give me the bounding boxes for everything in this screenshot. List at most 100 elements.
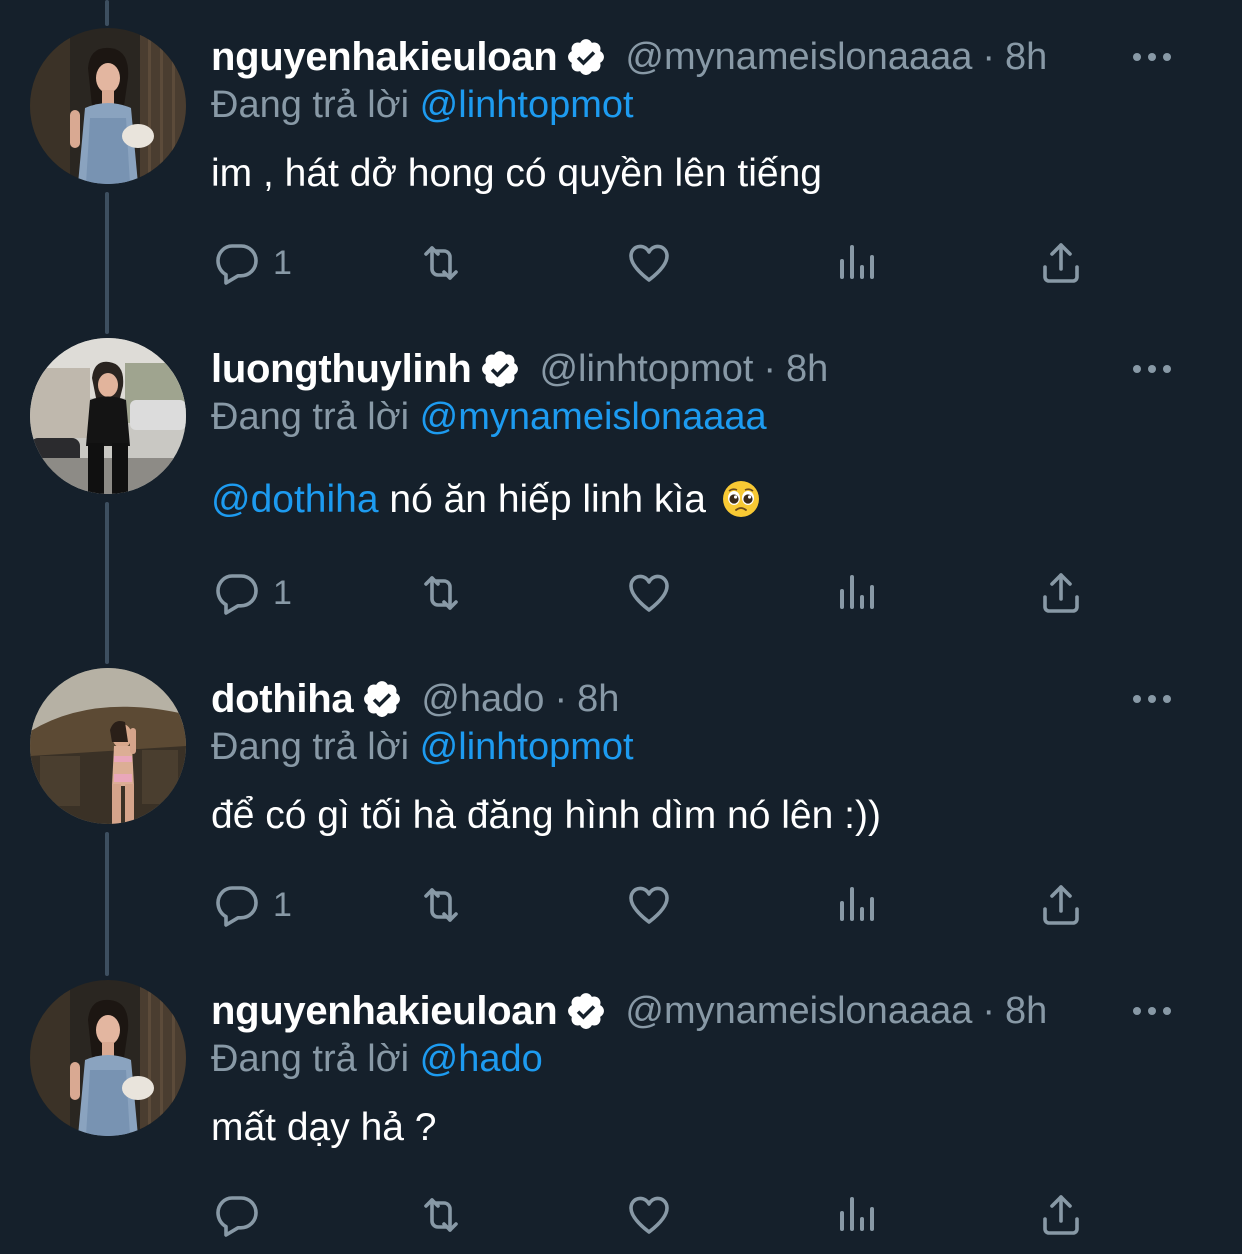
- avatar[interactable]: [30, 28, 186, 184]
- verified-badge-icon: [565, 36, 607, 78]
- reply-to-mention[interactable]: @linhtopmot: [420, 84, 634, 126]
- more-options-icon[interactable]: [1130, 1003, 1174, 1019]
- like-button[interactable]: [625, 880, 673, 930]
- tweet-actions: 1: [211, 880, 1091, 930]
- tweet-text-content: để có gì tối hà đăng hình dìm nó lên :)): [211, 794, 881, 837]
- retweet-button[interactable]: [417, 880, 465, 930]
- display-name[interactable]: dothiha: [211, 677, 354, 722]
- avatar[interactable]: [30, 980, 186, 1136]
- reply-button[interactable]: [213, 1190, 273, 1240]
- display-name[interactable]: nguyenhakieuloan: [211, 35, 558, 80]
- timestamp[interactable]: 8h: [577, 678, 619, 721]
- share-icon: [1037, 881, 1085, 929]
- separator-dot: ·: [554, 677, 568, 720]
- reply-prefix: Đang trả lời: [211, 396, 410, 438]
- body-mention[interactable]: @dothiha: [211, 478, 379, 521]
- reply-icon: [213, 569, 261, 617]
- avatar[interactable]: [30, 668, 186, 824]
- tweet-text-content: nó ăn hiếp linh kìa: [378, 478, 706, 521]
- avatar-woman-black-outfit-street-icon: [30, 338, 186, 494]
- avatar-woman-bikini-hut-icon: [30, 668, 186, 824]
- tweet-text: @dothiha nó ăn hiếp linh kìa: [211, 478, 761, 522]
- tweet-actions: 1: [211, 238, 1091, 288]
- avatar[interactable]: [30, 338, 186, 494]
- user-handle[interactable]: @linhtopmot: [539, 348, 753, 391]
- reply-count: 1: [273, 573, 292, 612]
- share-icon: [1037, 239, 1085, 287]
- share-button[interactable]: [1037, 568, 1085, 618]
- retweet-icon: [417, 569, 465, 617]
- reply-prefix: Đang trả lời: [211, 726, 410, 768]
- like-icon: [625, 239, 673, 287]
- retweet-icon: [417, 1191, 465, 1239]
- reply-prefix: Đang trả lời: [211, 1038, 410, 1080]
- reply-icon: [213, 881, 261, 929]
- tweet-text: để có gì tối hà đăng hình dìm nó lên :)): [211, 794, 881, 838]
- thread-line-2: [105, 502, 109, 664]
- analytics-button[interactable]: [833, 568, 881, 618]
- reply-icon: [213, 1191, 261, 1239]
- verified-badge-icon: [361, 678, 403, 720]
- timestamp[interactable]: 8h: [1005, 36, 1047, 79]
- reply-context: Đang trả lời @linhtopmot: [211, 84, 634, 127]
- analytics-icon: [833, 569, 881, 617]
- share-icon: [1037, 569, 1085, 617]
- reply-to-mention[interactable]: @linhtopmot: [420, 726, 634, 768]
- reply-to-mention[interactable]: @hado: [420, 1038, 543, 1080]
- separator-dot: ·: [982, 35, 996, 78]
- reply-prefix: Đang trả lời: [211, 84, 410, 126]
- like-icon: [625, 881, 673, 929]
- more-options-icon[interactable]: [1130, 691, 1174, 707]
- reply-count: 1: [273, 885, 292, 924]
- retweet-button[interactable]: [417, 568, 465, 618]
- retweet-icon: [417, 881, 465, 929]
- pleading-face-icon: [721, 479, 761, 519]
- analytics-icon: [833, 881, 881, 929]
- reply-to-mention[interactable]: @mynameislonaaaa: [420, 396, 767, 438]
- retweet-button[interactable]: [417, 1190, 465, 1240]
- timestamp[interactable]: 8h: [1005, 990, 1047, 1033]
- analytics-icon: [833, 1191, 881, 1239]
- display-name[interactable]: nguyenhakieuloan: [211, 989, 558, 1034]
- analytics-button[interactable]: [833, 880, 881, 930]
- more-options-icon[interactable]: [1130, 49, 1174, 65]
- analytics-button[interactable]: [833, 1190, 881, 1240]
- tweet-text: im , hát dở hong có quyền lên tiếng: [211, 152, 822, 196]
- user-handle[interactable]: @mynameislonaaaa: [625, 990, 972, 1033]
- verified-badge-icon: [479, 348, 521, 390]
- like-button[interactable]: [625, 238, 673, 288]
- retweet-button[interactable]: [417, 238, 465, 288]
- display-name[interactable]: luongthuylinh: [211, 347, 472, 392]
- reply-context: Đang trả lời @hado: [211, 1038, 543, 1081]
- verified-badge-icon: [565, 990, 607, 1032]
- share-button[interactable]: [1037, 238, 1085, 288]
- reply-icon: [213, 239, 261, 287]
- thread-line-top: [105, 0, 109, 26]
- share-button[interactable]: [1037, 1190, 1085, 1240]
- like-icon: [625, 569, 673, 617]
- analytics-button[interactable]: [833, 238, 881, 288]
- analytics-icon: [833, 239, 881, 287]
- timestamp[interactable]: 8h: [786, 348, 828, 391]
- reply-button[interactable]: 1: [213, 238, 292, 288]
- user-handle[interactable]: @mynameislonaaaa: [625, 36, 972, 79]
- share-button[interactable]: [1037, 880, 1085, 930]
- avatar-woman-denim-dress-icon: [30, 28, 186, 184]
- tweet-text: mất dạy hả ?: [211, 1106, 436, 1150]
- tweet-text-content: im , hát dở hong có quyền lên tiếng: [211, 152, 822, 195]
- separator-dot: ·: [763, 347, 777, 390]
- reply-context: Đang trả lời @linhtopmot: [211, 726, 634, 769]
- separator-dot: ·: [982, 989, 996, 1032]
- user-handle[interactable]: @hado: [421, 678, 544, 721]
- thread-line-3: [105, 832, 109, 976]
- like-button[interactable]: [625, 1190, 673, 1240]
- like-button[interactable]: [625, 568, 673, 618]
- avatar-woman-denim-dress-icon: [30, 980, 186, 1136]
- reply-context: Đang trả lời @mynameislonaaaa: [211, 396, 767, 439]
- reply-button[interactable]: 1: [213, 880, 292, 930]
- more-options-icon[interactable]: [1130, 361, 1174, 377]
- reply-count: 1: [273, 243, 292, 282]
- reply-button[interactable]: 1: [213, 568, 292, 618]
- like-icon: [625, 1191, 673, 1239]
- thread-line-1: [105, 192, 109, 334]
